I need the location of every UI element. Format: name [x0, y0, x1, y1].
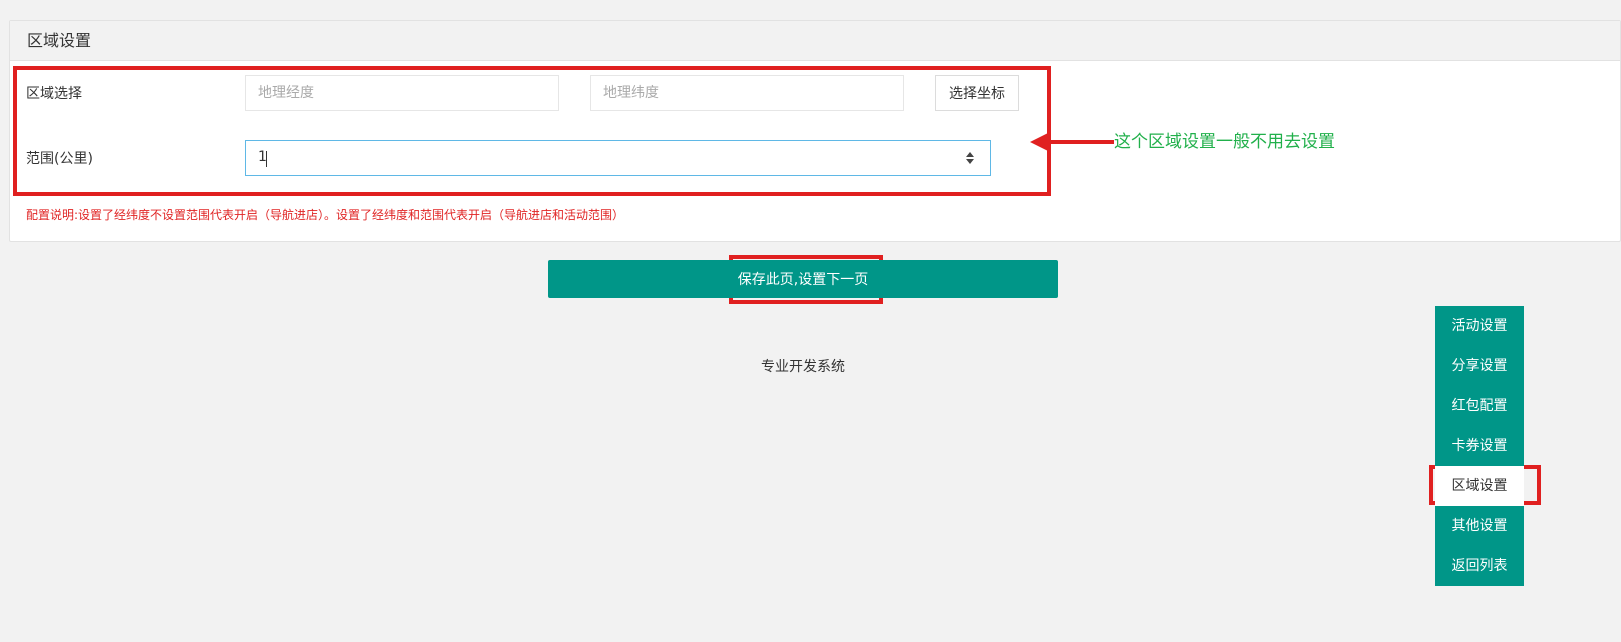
sidenav-item-other-settings[interactable]: 其他设置	[1435, 506, 1524, 546]
left-arrow-icon	[1030, 132, 1114, 152]
config-note: 配置说明:设置了经纬度不设置范围代表开启（导航进店）。设置了经纬度和范围代表开启…	[26, 208, 625, 222]
footer-text: 专业开发系统	[761, 359, 845, 375]
sidenav-item-red-packet-config[interactable]: 红包配置	[1435, 386, 1524, 426]
sidenav-item-coupon-settings[interactable]: 卡券设置	[1435, 426, 1524, 466]
annotation-text: 这个区域设置一般不用去设置	[1114, 132, 1335, 152]
save-next-button[interactable]: 保存此页,设置下一页	[548, 260, 1058, 298]
sidenav-item-region-settings[interactable]: 区域设置	[1435, 466, 1524, 506]
form-highlight-box	[13, 66, 1051, 196]
sidenav-item-activity-settings[interactable]: 活动设置	[1435, 306, 1524, 346]
sidenav-item-share-settings[interactable]: 分享设置	[1435, 346, 1524, 386]
sidenav-item-back-to-list[interactable]: 返回列表	[1435, 546, 1524, 586]
side-nav: 活动设置 分享设置 红包配置 卡券设置 区域设置 其他设置 返回列表	[1435, 306, 1524, 586]
panel-title: 区域设置	[10, 21, 1620, 61]
